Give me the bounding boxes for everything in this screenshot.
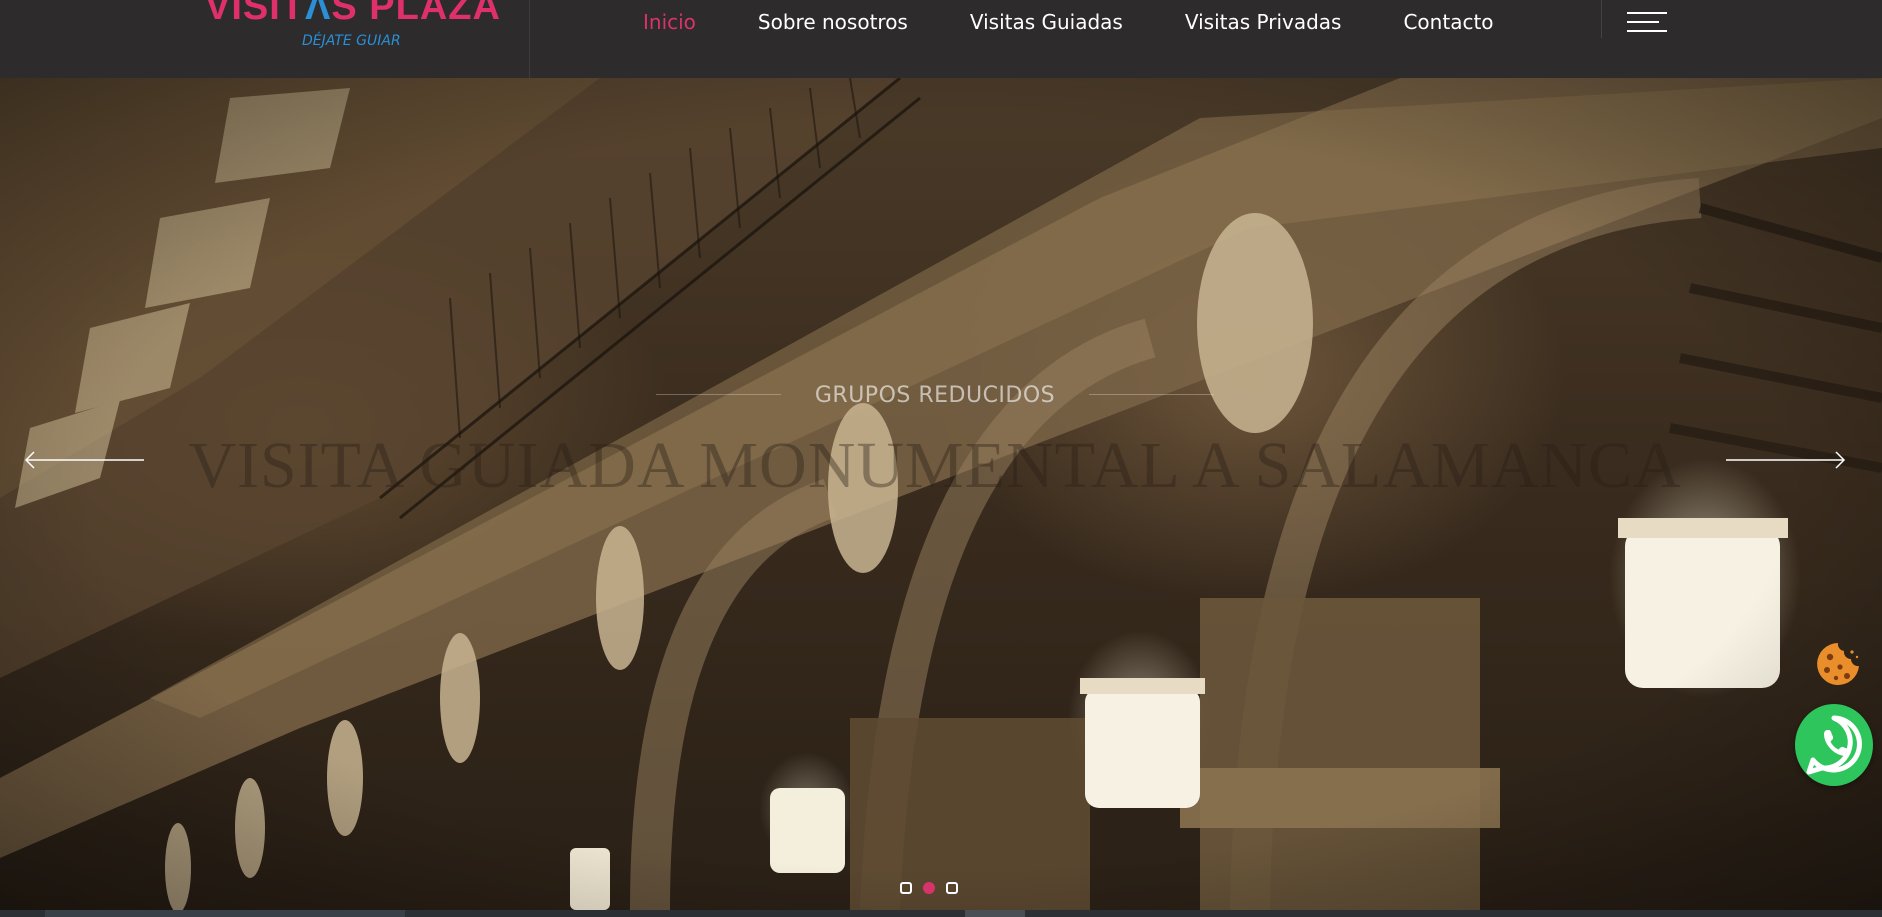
main-navigation: Inicio Sobre nosotros Visitas Guiadas Vi… (643, 8, 1494, 36)
cookie-icon[interactable] (1814, 640, 1862, 688)
header-divider-right (1601, 0, 1602, 38)
slider-dot-1[interactable] (900, 882, 912, 894)
whatsapp-icon[interactable] (1795, 704, 1873, 786)
nav-item-visitas-guiadas[interactable]: Visitas Guiadas (970, 10, 1123, 34)
slide-title: VISITA GUIADA MONUMENTAL A SALAMANCA (188, 429, 1682, 502)
bottom-strip (0, 910, 1882, 917)
arrow-left-icon[interactable] (24, 448, 144, 472)
header-divider (529, 0, 530, 78)
slider-dot-2[interactable] (923, 882, 935, 894)
nav-item-inicio[interactable]: Inicio (643, 10, 696, 34)
hamburger-menu-icon[interactable] (1627, 10, 1667, 34)
site-logo[interactable]: VISITΛS PLAZA DÉJATE GUIAR (205, 0, 505, 66)
arrow-right-icon[interactable] (1726, 448, 1846, 472)
nav-item-visitas-privadas[interactable]: Visitas Privadas (1185, 10, 1342, 34)
site-header: VISITΛS PLAZA DÉJATE GUIAR Inicio Sobre … (0, 0, 1882, 78)
slider-dot-3[interactable] (946, 882, 958, 894)
logo-wordmark: VISITΛS PLAZA (205, 0, 501, 28)
hero-slider: GRUPOS REDUCIDOS VISITA GUIADA MONUMENTA… (0, 78, 1882, 910)
nav-item-contacto[interactable]: Contacto (1403, 10, 1493, 34)
nav-item-sobre-nosotros[interactable]: Sobre nosotros (758, 10, 908, 34)
slide-kicker: GRUPOS REDUCIDOS (814, 383, 1056, 408)
slider-pagination (900, 882, 958, 894)
logo-tagline: DÉJATE GUIAR (302, 33, 401, 49)
